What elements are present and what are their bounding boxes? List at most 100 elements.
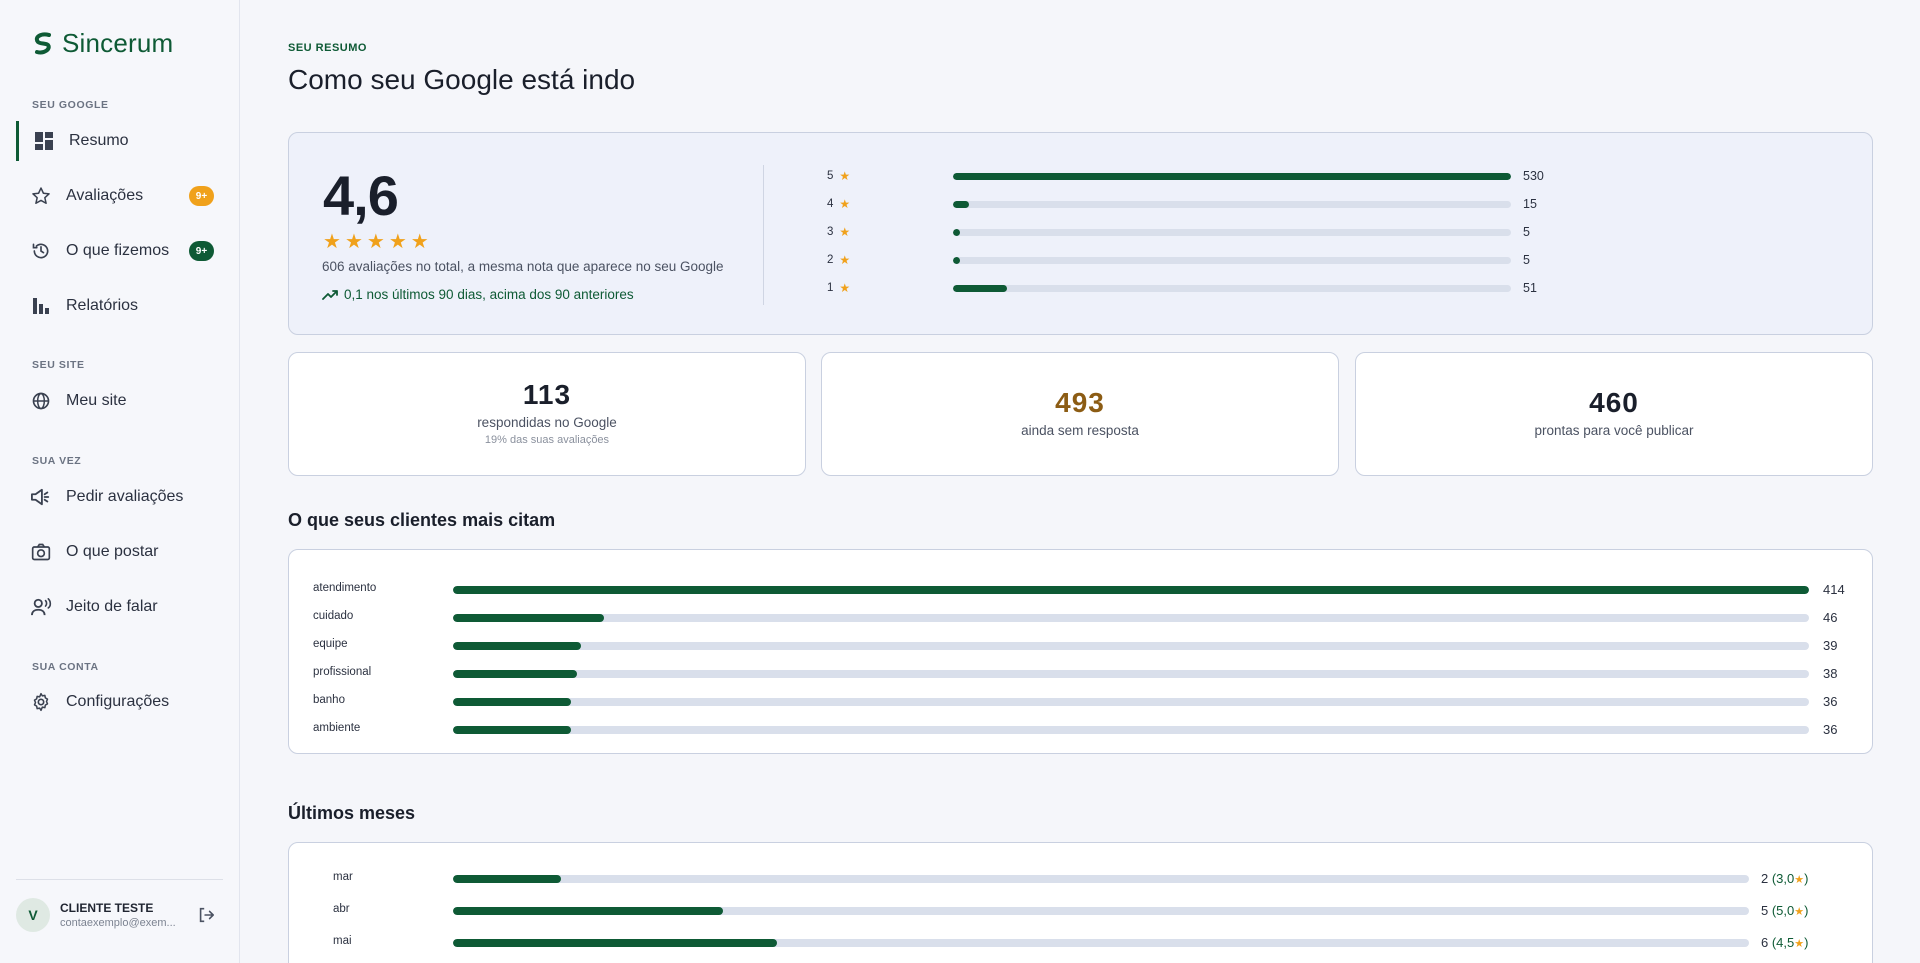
stat-sublabel: 19% das suas avaliações: [484, 434, 610, 446]
month-row: abr 5 (5,0★): [313, 903, 1853, 919]
page-eyebrow: SEU RESUMO: [288, 42, 367, 54]
topic-count: 39: [1823, 638, 1838, 653]
month-count: 2: [1761, 871, 1772, 886]
average-rating: 4,6: [323, 164, 399, 227]
star-level-label: 5 ★: [827, 169, 857, 183]
star-count: 5: [1523, 253, 1530, 267]
month-label: mar: [333, 871, 353, 883]
topic-label: profissional: [313, 666, 372, 678]
sidebar-item-jeito-de-falar[interactable]: Jeito de falar: [16, 587, 224, 627]
month-row: mar 2 (3,0★): [313, 871, 1853, 887]
bar-track: [453, 642, 1809, 650]
month-count: 5: [1761, 903, 1772, 918]
logout-icon[interactable]: [197, 906, 215, 924]
month-row: mai 6 (4,5★): [313, 935, 1853, 951]
star-icon: ★: [1794, 938, 1805, 950]
star-icon: ★: [410, 231, 429, 253]
sidebar-item-label: Configurações: [66, 693, 170, 710]
sidebar-item-configuracoes[interactable]: Configurações: [16, 682, 224, 722]
bar-track: [953, 285, 1511, 292]
star-level-label: 2 ★: [827, 253, 857, 267]
bar-fill: [953, 173, 1511, 180]
bar-fill: [453, 939, 777, 947]
notification-badge: 9+: [189, 186, 214, 206]
month-value: 6 (4,5★): [1761, 935, 1808, 950]
page-title: Como seu Google está indo: [288, 64, 636, 95]
bar-track: [453, 726, 1809, 734]
star-icon: ★: [839, 197, 851, 211]
bar-fill: [953, 229, 960, 236]
stat-value: 493: [1055, 387, 1105, 418]
sidebar-item-meu-site[interactable]: Meu site: [16, 381, 224, 421]
topic-row: profissional 38: [313, 666, 1853, 682]
star-count: 51: [1523, 281, 1537, 295]
bar-track: [453, 939, 1749, 947]
bar-fill: [953, 201, 969, 208]
megaphone-icon: [30, 486, 52, 508]
bar-track: [453, 875, 1749, 883]
rating-note: 606 avaliações no total, a mesma nota qu…: [322, 259, 724, 274]
sidebar-item-label: Pedir avaliações: [66, 488, 184, 505]
avatar: V: [16, 898, 50, 932]
stat-card-unanswered[interactable]: 493 ainda sem resposta: [821, 352, 1339, 476]
bar-track: [453, 698, 1809, 706]
bar-fill: [453, 907, 723, 915]
bar-track: [453, 670, 1809, 678]
stat-card-ready[interactable]: 460 prontas para você publicar: [1355, 352, 1873, 476]
history-icon: [30, 240, 52, 262]
star-icon: ★: [839, 253, 851, 267]
logo[interactable]: Sincerum: [32, 28, 173, 59]
bar-track: [953, 201, 1511, 208]
sidebar-item-o-que-postar[interactable]: O que postar: [16, 532, 224, 572]
divider: [16, 879, 223, 880]
sidebar-item-label: Jeito de falar: [66, 598, 158, 615]
bar-track: [453, 907, 1749, 915]
camera-icon: [30, 541, 52, 563]
rating-stars: ★ ★ ★ ★ ★: [323, 229, 429, 254]
user-name: CLIENTE TESTE: [60, 901, 154, 915]
bar-track: [453, 614, 1809, 622]
month-label: mai: [333, 935, 352, 947]
sidebar-item-resumo[interactable]: Resumo: [16, 121, 224, 161]
rating-distribution-row: 1 ★ 51: [827, 281, 1557, 297]
stat-value: 460: [1589, 387, 1639, 418]
topic-label: banho: [313, 694, 345, 706]
topic-count: 38: [1823, 666, 1838, 681]
notification-badge: 9+: [189, 241, 214, 261]
section-sua-conta: SUA CONTA: [32, 661, 99, 673]
star-count: 15: [1523, 197, 1537, 211]
stat-label: prontas para você publicar: [1534, 423, 1694, 438]
bar-track: [453, 586, 1809, 594]
stat-card-answered[interactable]: 113 respondidas no Google 19% das suas a…: [288, 352, 806, 476]
user-profile[interactable]: V CLIENTE TESTE contaexemplo@exem...: [16, 897, 223, 933]
stat-label: respondidas no Google: [477, 415, 617, 430]
month-value: 2 (3,0★): [1761, 871, 1808, 886]
rating-distribution-row: 2 ★ 5: [827, 253, 1557, 269]
rating-trend: 0,1 nos últimos 90 dias, acima dos 90 an…: [322, 287, 634, 302]
star-icon: [30, 185, 52, 207]
sidebar-item-label: O que postar: [66, 543, 159, 560]
month-label: abr: [333, 903, 350, 915]
bar-fill: [453, 726, 571, 734]
star-icon: ★: [1794, 906, 1805, 918]
topic-label: atendimento: [313, 582, 377, 594]
month-rating: (3,0★): [1772, 871, 1809, 886]
sidebar-item-o-que-fizemos[interactable]: O que fizemos 9+: [16, 231, 224, 271]
sidebar-item-pedir-avaliacoes[interactable]: Pedir avaliações: [16, 477, 224, 517]
brand-name: Sincerum: [62, 28, 174, 58]
topic-row: atendimento 414: [313, 582, 1853, 598]
dashboard-icon: [33, 130, 55, 152]
logo-mark-icon: [34, 32, 51, 54]
bar-fill: [453, 698, 571, 706]
sidebar-item-avaliacoes[interactable]: Avaliações 9+: [16, 176, 224, 216]
sidebar-item-relatorios[interactable]: Relatórios: [16, 286, 224, 326]
sidebar-item-label: Relatórios: [66, 297, 139, 314]
bar-fill: [453, 614, 604, 622]
trending-up-icon: [322, 289, 338, 300]
topic-row: equipe 39: [313, 638, 1853, 654]
month-rating-close: ): [1804, 871, 1809, 886]
star-icon: ★: [839, 169, 851, 183]
sidebar-item-label: O que fizemos: [66, 242, 170, 259]
topic-count: 46: [1823, 610, 1838, 625]
topic-count: 36: [1823, 694, 1838, 709]
